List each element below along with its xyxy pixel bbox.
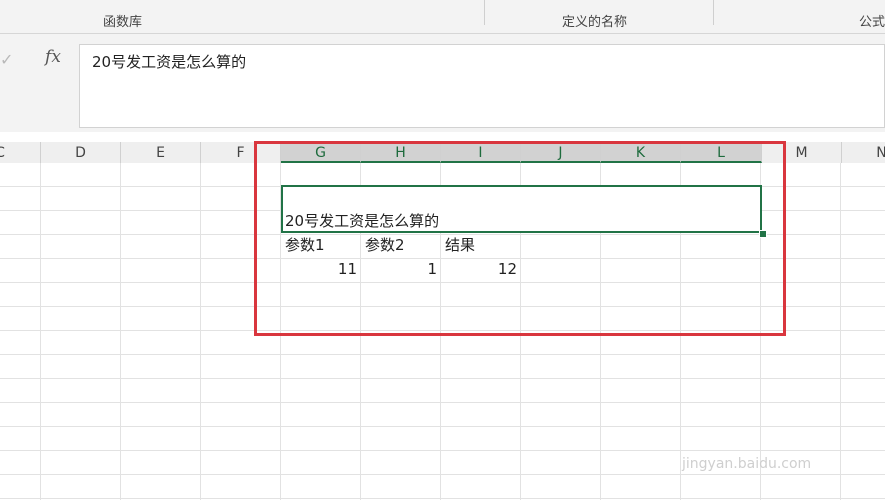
column-header-g[interactable]: G [281,142,361,163]
column-label: G [315,145,326,161]
cell-merged-text: 20号发工资是怎么算的 [285,212,440,230]
column-header-e[interactable]: E [121,142,201,163]
column-label: E [156,145,165,161]
baidu-jingyan-watermark-logo [676,402,836,452]
column-header-f[interactable]: F [201,142,281,163]
ribbon-group-function-library[interactable]: 函数库 [103,11,142,30]
column-header-c[interactable]: C [0,142,41,163]
ribbon-group-bar: 函数库 定义的名称 公式 [0,0,885,34]
column-label: L [717,145,725,161]
ribbon-group-defined-names[interactable]: 定义的名称 [562,11,627,30]
ribbon-group-formula-auditing[interactable]: 公式 [859,11,885,30]
cell-header-param1[interactable]: 参数1 [285,234,325,257]
ribbon-divider [484,0,485,25]
column-label: M [795,145,808,161]
column-label: H [395,145,406,161]
column-label: J [558,145,563,161]
cell-value-param1[interactable]: 11 [281,258,361,281]
fill-handle[interactable] [759,230,767,238]
cell-header-param2[interactable]: 参数2 [365,234,405,257]
column-header-l[interactable]: L [681,142,762,163]
column-label: F [236,145,245,161]
column-header-n[interactable]: N [842,142,885,163]
column-label: K [635,145,646,161]
column-label: I [478,145,483,161]
cell-value-param2[interactable]: 1 [361,258,441,281]
column-header-m[interactable]: M [762,142,842,163]
column-header-h[interactable]: H [361,142,441,163]
column-label: N [876,145,885,161]
enter-check-icon[interactable]: ✓ [0,50,16,70]
column-header-k[interactable]: K [601,142,681,163]
watermark-url: jingyan.baidu.com [682,456,812,472]
column-header-i[interactable]: I [441,142,521,163]
cell-header-result[interactable]: 结果 [445,234,475,257]
column-header-j[interactable]: J [521,142,601,163]
insert-function-icon[interactable]: fx [38,47,68,73]
column-header-d[interactable]: D [41,142,121,163]
ribbon-divider [713,0,714,25]
column-label: C [0,145,5,161]
formula-input[interactable]: 20号发工资是怎么算的 [79,44,885,128]
column-header-row: C D E F G H I J K L M N [0,142,885,164]
column-label: D [75,145,86,161]
cell-value-result[interactable]: 12 [441,258,521,281]
